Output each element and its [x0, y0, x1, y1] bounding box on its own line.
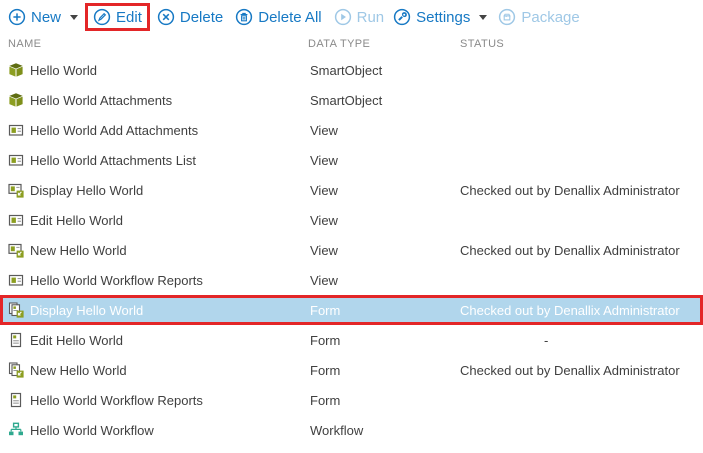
run-icon [334, 8, 352, 26]
package-button[interactable]: Package [498, 8, 579, 26]
table-row[interactable]: Edit Hello WorldView [0, 205, 703, 235]
table-row[interactable]: Hello WorldSmartObject [0, 55, 703, 85]
run-button-label: Run [357, 9, 385, 26]
item-data-type: Form [310, 303, 460, 318]
item-name: Display Hello World [30, 303, 310, 318]
edit-annotation-box: Edit [85, 3, 150, 31]
view-icon [8, 272, 24, 288]
item-name: Hello World Workflow [30, 423, 310, 438]
table-row[interactable]: Hello World Attachments ListView [0, 145, 703, 175]
item-name: Edit Hello World [30, 333, 310, 348]
item-status: Checked out by Denallix Administrator [460, 183, 703, 198]
item-name: Hello World Workflow Reports [30, 273, 310, 288]
table-row[interactable]: Display Hello WorldViewChecked out by De… [0, 175, 703, 205]
workflow-icon [8, 422, 24, 438]
table-row[interactable]: Hello World WorkflowWorkflow [0, 415, 703, 445]
package-icon [498, 8, 516, 26]
delete-icon [157, 8, 175, 26]
settings-button[interactable]: Settings [393, 8, 470, 26]
item-name: Edit Hello World [30, 213, 310, 228]
item-data-type: View [310, 183, 460, 198]
view-icon [8, 152, 24, 168]
item-name: New Hello World [30, 243, 310, 258]
item-data-type: Form [310, 333, 460, 348]
smartobject-icon [8, 92, 24, 108]
item-status: Checked out by Denallix Administrator [460, 243, 703, 258]
delete-all-button[interactable]: Delete All [235, 8, 321, 26]
new-icon [8, 8, 26, 26]
package-button-label: Package [521, 9, 579, 26]
item-data-type: Form [310, 363, 460, 378]
view-icon [8, 122, 24, 138]
table-row[interactable]: Hello World Workflow ReportsView [0, 265, 703, 295]
delete-all-icon [235, 8, 253, 26]
table-row-selected-annotated[interactable]: Display Hello WorldFormChecked out by De… [0, 295, 703, 325]
item-status: - [460, 333, 703, 348]
edit-button-label: Edit [116, 9, 142, 26]
item-name: Hello World Attachments List [30, 153, 310, 168]
item-status: Checked out by Denallix Administrator [460, 363, 703, 378]
table-row[interactable]: New Hello WorldFormChecked out by Denall… [0, 355, 703, 385]
new-button[interactable]: New [8, 8, 61, 26]
table-row[interactable]: Hello World AttachmentsSmartObject [0, 85, 703, 115]
item-list: Hello WorldSmartObject Hello World Attac… [0, 55, 703, 445]
item-data-type: View [310, 273, 460, 288]
form-icon [8, 332, 24, 348]
column-header-name[interactable]: NAME [8, 38, 308, 50]
item-data-type: SmartObject [310, 93, 460, 108]
new-dropdown-caret[interactable] [70, 15, 78, 20]
item-data-type: SmartObject [310, 63, 460, 78]
item-name: Hello World [30, 63, 310, 78]
item-name: Hello World Add Attachments [30, 123, 310, 138]
settings-button-label: Settings [416, 9, 470, 26]
item-data-type: View [310, 243, 460, 258]
column-header-status[interactable]: STATUS [460, 38, 703, 50]
table-row[interactable]: Hello World Workflow ReportsForm [0, 385, 703, 415]
table-row[interactable]: Hello World Add AttachmentsView [0, 115, 703, 145]
run-button[interactable]: Run [334, 8, 385, 26]
delete-button[interactable]: Delete [157, 8, 223, 26]
k2-designer-item-list: New Edit Delete Delete All [0, 0, 703, 453]
item-data-type: Form [310, 393, 460, 408]
smartobject-icon [8, 62, 24, 78]
view-icon [8, 212, 24, 228]
edit-button[interactable]: Edit [93, 8, 142, 26]
item-data-type: View [310, 123, 460, 138]
item-name: Display Hello World [30, 183, 310, 198]
view-checkedout-icon [8, 182, 24, 198]
toolbar: New Edit Delete Delete All [0, 0, 703, 34]
settings-icon [393, 8, 411, 26]
delete-button-label: Delete [180, 9, 223, 26]
item-name: Hello World Workflow Reports [30, 393, 310, 408]
delete-all-button-label: Delete All [258, 9, 321, 26]
item-name: New Hello World [30, 363, 310, 378]
table-row[interactable]: Edit Hello WorldForm- [0, 325, 703, 355]
form-checkedout-icon [8, 362, 24, 378]
column-header-data-type[interactable]: DATA TYPE [308, 38, 460, 50]
form-icon [8, 392, 24, 408]
view-checkedout-icon [8, 242, 24, 258]
new-button-label: New [31, 9, 61, 26]
item-data-type: View [310, 153, 460, 168]
settings-dropdown-caret[interactable] [479, 15, 487, 20]
item-name: Hello World Attachments [30, 93, 310, 108]
table-row[interactable]: New Hello WorldViewChecked out by Denall… [0, 235, 703, 265]
form-checkedout-icon [8, 302, 24, 318]
item-status: Checked out by Denallix Administrator [460, 303, 700, 318]
edit-icon [93, 8, 111, 26]
item-data-type: Workflow [310, 423, 460, 438]
column-headers: NAME DATA TYPE STATUS [0, 34, 703, 54]
item-data-type: View [310, 213, 460, 228]
